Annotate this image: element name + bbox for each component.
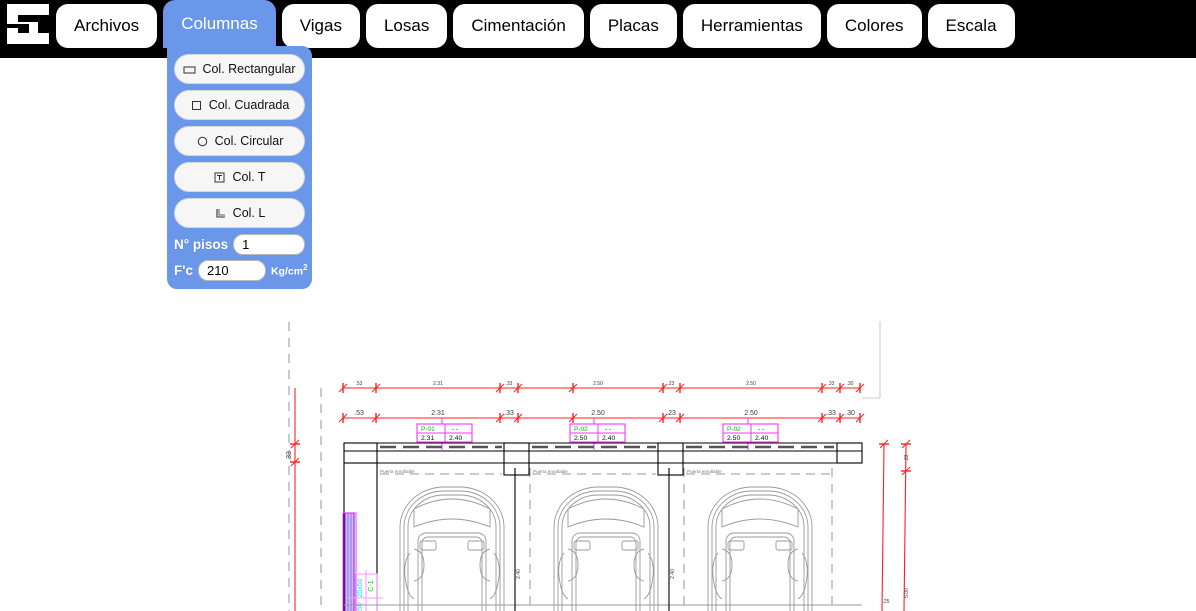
svg-text:.33: .33 bbox=[828, 381, 835, 387]
dropdown-item-label: Col. T bbox=[232, 170, 266, 184]
door-tag-width: 2.31 bbox=[421, 435, 434, 442]
svg-text:2.50: 2.50 bbox=[746, 381, 756, 387]
pisos-input[interactable] bbox=[233, 234, 306, 255]
svg-text:2.50: 2.50 bbox=[744, 410, 758, 417]
svg-text:2.40: 2.40 bbox=[670, 569, 676, 579]
svg-text:Puerta enrollable: Puerta enrollable bbox=[380, 469, 415, 474]
menu-losas[interactable]: Losas bbox=[365, 4, 448, 48]
door-tag-group-2: P-02 - - 2.50 2.40 bbox=[569, 423, 626, 443]
svg-text:.23: .23 bbox=[668, 381, 675, 387]
door-tag-dash: - - bbox=[605, 426, 611, 433]
right-dimension-2 bbox=[901, 439, 911, 611]
svg-text:2.31: 2.31 bbox=[433, 381, 443, 387]
door-tag-dash: - - bbox=[758, 426, 764, 433]
menu-archivos[interactable]: Archivos bbox=[56, 4, 158, 48]
menu-placas[interactable]: Placas bbox=[589, 4, 677, 48]
door-notes: Puerta enrollable Puerta enrollable Puer… bbox=[380, 469, 722, 474]
car-symbols bbox=[399, 486, 813, 611]
column-tag-name: C-1 bbox=[368, 580, 375, 591]
dropdown-item-col-l[interactable]: Col. L bbox=[174, 198, 305, 228]
car-symbol-3 bbox=[707, 486, 813, 611]
car-symbol-2 bbox=[553, 486, 659, 611]
menu-escala[interactable]: Escala bbox=[927, 4, 1015, 48]
rectangle-icon bbox=[183, 63, 196, 76]
plan-guide-lines bbox=[862, 321, 881, 399]
top-dimension-labels-lower: .53 2.31 .33 2.50 .23 2.50 .33 .30 bbox=[354, 410, 855, 417]
pisos-label: N° pisos bbox=[174, 237, 229, 252]
app-root: Archivos Columnas Vigas Losas Cimentación Pla… bbox=[0, 0, 1196, 611]
right-dimension-label-1: .33 bbox=[904, 454, 910, 461]
l-shape-icon bbox=[214, 207, 227, 220]
right-dimension-label-3: .25 bbox=[883, 599, 890, 605]
door-tag-group-1: P-01 - - 2.31 2.40 bbox=[416, 423, 473, 443]
svg-text:2.40: 2.40 bbox=[516, 569, 522, 579]
svg-text:.33: .33 bbox=[506, 381, 513, 387]
dropdown-item-col-t[interactable]: Col. T bbox=[174, 162, 305, 192]
car-symbol-1 bbox=[399, 486, 505, 611]
door-tag-code: P-02 bbox=[727, 426, 741, 433]
svg-text:.53: .53 bbox=[354, 410, 364, 417]
dropdown-item-label: Col. L bbox=[232, 206, 266, 220]
top-menu-bar: Archivos Columnas Vigas Losas Cimentación Pla… bbox=[0, 0, 1196, 48]
columnas-dropdown-panel: Col. Rectangular Col. Cuadrada Col. Circul… bbox=[167, 46, 312, 289]
dropdown-item-label: Col. Cuadrada bbox=[208, 98, 290, 112]
door-tag-dash: - - bbox=[452, 426, 458, 433]
square-icon bbox=[190, 99, 203, 112]
svg-text:.23: .23 bbox=[666, 410, 676, 417]
door-tag-width: 2.50 bbox=[574, 435, 587, 442]
fc-unit-label: Kg/cm2 bbox=[270, 263, 308, 278]
left-dimension bbox=[290, 388, 300, 611]
svg-text:.33: .33 bbox=[826, 410, 836, 417]
column-tag-extra: 25x50 bbox=[357, 602, 364, 611]
menu-columnas[interactable]: Columnas bbox=[163, 0, 276, 48]
menu-item-list: Archivos Columnas Vigas Losas Cimentación Pla… bbox=[56, 0, 1021, 48]
placed-column-element bbox=[342, 512, 357, 611]
door-tag-height: 2.40 bbox=[602, 435, 615, 442]
floor-bottom-wall bbox=[514, 468, 670, 611]
svg-text:.30: .30 bbox=[845, 410, 855, 417]
dropdown-item-label: Col. Circular bbox=[214, 134, 284, 148]
door-tag-height: 2.40 bbox=[755, 435, 768, 442]
svg-text:Puerta enrollable: Puerta enrollable bbox=[533, 469, 568, 474]
app-logo[interactable] bbox=[0, 0, 56, 48]
svg-text:.33: .33 bbox=[504, 410, 514, 417]
svg-text:2.31: 2.31 bbox=[431, 410, 445, 417]
right-dimension-1 bbox=[879, 439, 889, 611]
top-dimension-labels-upper: .53 2.31 .33 2.50 .23 2.50 .33 .30 bbox=[356, 381, 854, 387]
column-tag-code: 25x50 bbox=[357, 578, 364, 597]
spiral-logo-icon bbox=[7, 4, 49, 44]
dropdown-item-col-cuadrada[interactable]: Col. Cuadrada bbox=[174, 90, 305, 120]
dropdown-item-label: Col. Rectangular bbox=[202, 62, 296, 76]
menu-vigas[interactable]: Vigas bbox=[281, 4, 360, 48]
fc-label: F'c bbox=[174, 263, 193, 278]
right-dimension-label-2: 5.00 bbox=[904, 588, 910, 598]
door-tag-code: P-02 bbox=[574, 426, 588, 433]
door-tag-group-3: P-02 - - 2.50 2.40 bbox=[722, 423, 779, 443]
menu-cimentacion[interactable]: Cimentación bbox=[453, 4, 584, 48]
circle-icon bbox=[196, 135, 209, 148]
t-shape-icon bbox=[213, 171, 226, 184]
door-tag-width: 2.50 bbox=[727, 435, 740, 442]
svg-text:2.50: 2.50 bbox=[593, 381, 603, 387]
svg-text:.30: .30 bbox=[847, 381, 854, 387]
pisos-row: N° pisos bbox=[174, 234, 306, 255]
svg-text:Puerta enrollable: Puerta enrollable bbox=[687, 469, 722, 474]
fc-input[interactable] bbox=[197, 260, 266, 281]
menu-colores[interactable]: Colores bbox=[826, 4, 922, 48]
svg-text:.53: .53 bbox=[356, 381, 363, 387]
door-tag-code: P-01 bbox=[421, 426, 435, 433]
axis-dashed-lines bbox=[288, 322, 833, 611]
dropdown-item-list: Col. Rectangular Col. Cuadrada Col. Circul… bbox=[174, 54, 305, 228]
door-tag-height: 2.40 bbox=[449, 435, 462, 442]
dropdown-item-col-rectangular[interactable]: Col. Rectangular bbox=[174, 54, 305, 84]
dropdown-item-col-circular[interactable]: Col. Circular bbox=[174, 126, 305, 156]
fc-row: F'c Kg/cm2 bbox=[174, 260, 308, 281]
svg-text:2.50: 2.50 bbox=[591, 410, 605, 417]
left-dimension-label: .33 bbox=[286, 451, 293, 461]
menu-herramientas[interactable]: Herramientas bbox=[682, 4, 821, 48]
